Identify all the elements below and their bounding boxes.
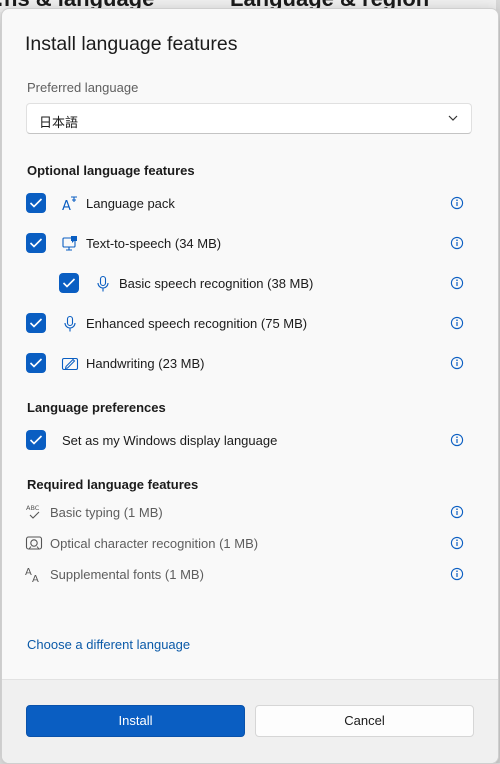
optional-feature-row: Enhanced speech recognition (75 MB) xyxy=(2,311,498,335)
info-icon[interactable] xyxy=(450,236,464,250)
supplemental-fonts-label: Supplemental fonts (1 MB) xyxy=(50,567,204,582)
microphone-icon xyxy=(97,275,109,292)
ocr-icon xyxy=(25,536,43,550)
optional-features-title: Optional language features xyxy=(27,163,195,178)
basic-typing-icon: ABC xyxy=(26,504,40,519)
microphone-icon xyxy=(64,315,76,332)
checkmark-icon xyxy=(29,318,43,328)
install-button[interactable]: Install xyxy=(26,705,245,737)
info-icon[interactable] xyxy=(450,276,464,290)
text-to-speech-label: Text-to-speech (34 MB) xyxy=(86,236,222,251)
info-icon[interactable] xyxy=(450,316,464,330)
checkmark-icon xyxy=(29,358,43,368)
optional-feature-row: Text-to-speech (34 MB) xyxy=(2,231,498,255)
checkmark-icon xyxy=(62,278,76,288)
language-pack-label: Language pack xyxy=(86,196,175,211)
dialog-title: Install language features xyxy=(25,33,238,55)
checkmark-icon xyxy=(29,435,43,445)
info-icon[interactable] xyxy=(450,356,464,370)
display-language-checkbox[interactable] xyxy=(26,430,46,450)
svg-text:A: A xyxy=(25,567,32,578)
checkmark-icon xyxy=(29,238,43,248)
info-icon[interactable] xyxy=(450,536,464,550)
required-feature-row: ABC Basic typing (1 MB) xyxy=(2,501,498,525)
handwriting-icon xyxy=(61,357,79,371)
required-features-title: Required language features xyxy=(27,477,199,492)
optional-feature-row: Handwriting (23 MB) xyxy=(2,351,498,375)
preferred-language-value: 日本語 xyxy=(39,115,79,130)
required-feature-row: A A Supplemental fonts (1 MB) xyxy=(2,563,498,587)
enhanced-speech-recognition-checkbox[interactable] xyxy=(26,313,46,333)
ocr-label: Optical character recognition (1 MB) xyxy=(50,536,259,551)
language-pack-icon: A xyxy=(62,196,77,213)
optional-feature-row: A Language pack xyxy=(2,191,498,215)
svg-text:A: A xyxy=(62,199,71,213)
optional-feature-row: Basic speech recognition (38 MB) xyxy=(2,271,498,295)
language-pack-checkbox[interactable] xyxy=(26,193,46,213)
basic-speech-recognition-label: Basic speech recognition (38 MB) xyxy=(119,276,314,291)
chevron-down-icon xyxy=(448,115,458,121)
choose-different-language-link[interactable]: Choose a different language xyxy=(27,637,190,652)
dialog-footer: Install Cancel xyxy=(2,679,498,763)
checkmark-icon xyxy=(29,198,43,208)
info-icon[interactable] xyxy=(450,505,464,519)
language-preferences-title: Language preferences xyxy=(27,400,166,415)
info-icon[interactable] xyxy=(450,196,464,210)
handwriting-checkbox[interactable] xyxy=(26,353,46,373)
text-to-speech-icon xyxy=(62,236,77,251)
svg-text:A: A xyxy=(32,574,39,583)
required-feature-row: Optical character recognition (1 MB) xyxy=(2,532,498,556)
preferred-language-label: Preferred language xyxy=(27,80,139,95)
svg-text:ABC: ABC xyxy=(26,504,40,512)
info-icon[interactable] xyxy=(450,567,464,581)
basic-typing-label: Basic typing (1 MB) xyxy=(50,505,163,520)
preference-row: Set as my Windows display language xyxy=(2,428,498,452)
handwriting-label: Handwriting (23 MB) xyxy=(86,356,205,371)
enhanced-speech-recognition-label: Enhanced speech recognition (75 MB) xyxy=(86,316,308,331)
preferred-language-dropdown[interactable]: 日本語 xyxy=(26,103,472,134)
display-language-label: Set as my Windows display language xyxy=(62,433,278,448)
fonts-icon: A A xyxy=(25,567,39,583)
basic-speech-recognition-checkbox[interactable] xyxy=(59,273,79,293)
cancel-button[interactable]: Cancel xyxy=(255,705,474,737)
text-to-speech-checkbox[interactable] xyxy=(26,233,46,253)
info-icon[interactable] xyxy=(450,433,464,447)
install-language-features-dialog: Install language features Preferred lang… xyxy=(1,8,499,764)
